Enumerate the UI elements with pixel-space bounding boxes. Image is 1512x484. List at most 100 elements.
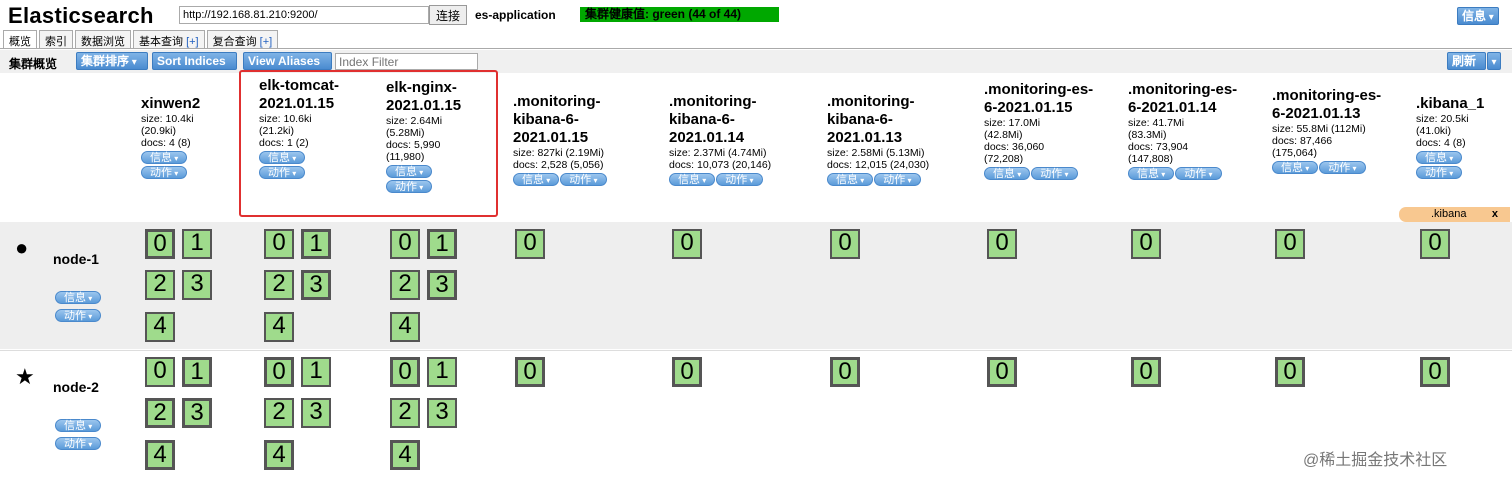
- alias-close-icon[interactable]: x: [1492, 207, 1498, 222]
- index-name: .monitoring-kibana-6-2021.01.13: [827, 93, 915, 146]
- refresh-button[interactable]: 刷新: [1447, 52, 1486, 70]
- shard-replica[interactable]: 2: [390, 270, 420, 300]
- node-info-button[interactable]: 信息: [55, 419, 102, 432]
- shard-primary[interactable]: 2: [145, 398, 175, 428]
- index-info-button[interactable]: 信息: [827, 173, 874, 186]
- shard-replica[interactable]: 3: [427, 398, 457, 428]
- shard-replica[interactable]: 2: [264, 398, 294, 428]
- index-info-button[interactable]: 信息: [1416, 151, 1463, 164]
- shard-replica[interactable]: 2: [264, 270, 294, 300]
- shard-primary[interactable]: 0: [1131, 357, 1161, 387]
- shard-primary[interactable]: 0: [145, 229, 175, 259]
- shard-replica[interactable]: 4: [264, 312, 294, 342]
- index-docs: docs: 2,528 (5,056): [513, 159, 604, 171]
- cluster-sort-button[interactable]: 集群排序: [76, 52, 148, 70]
- tab-add-button[interactable]: [+]: [186, 36, 199, 48]
- index-info-button[interactable]: 信息: [1128, 167, 1175, 180]
- index-action-button[interactable]: 动作: [1416, 166, 1463, 179]
- info-menu-button[interactable]: 信息: [1457, 7, 1499, 25]
- index-filter-input[interactable]: [335, 53, 478, 70]
- shard-primary[interactable]: 4: [145, 440, 175, 470]
- shard-replica[interactable]: 0: [515, 229, 545, 259]
- shard-primary[interactable]: 1: [182, 357, 212, 387]
- node-info-button[interactable]: 信息: [55, 291, 102, 304]
- shard-replica[interactable]: 0: [145, 357, 175, 387]
- index-column: .monitoring-kibana-6-2021.01.13 size: 2.…: [827, 93, 962, 186]
- index-size: size: 41.7Mi: [1128, 117, 1185, 129]
- index-size: size: 55.8Mi (112Mi): [1272, 123, 1366, 135]
- index-column: .monitoring-es-6-2021.01.13 size: 55.8Mi…: [1272, 87, 1392, 174]
- shard-replica[interactable]: 0: [1131, 229, 1161, 259]
- shard-replica[interactable]: 0: [1420, 229, 1450, 259]
- shard-primary[interactable]: 4: [390, 440, 420, 470]
- node-action-button[interactable]: 动作: [55, 309, 102, 322]
- shard-replica[interactable]: 1: [301, 357, 331, 387]
- sort-indices-button[interactable]: Sort Indices: [152, 52, 237, 70]
- shard-primary[interactable]: 0: [830, 357, 860, 387]
- shard-primary[interactable]: 3: [427, 270, 457, 300]
- shard-primary[interactable]: 0: [1275, 357, 1305, 387]
- index-action-button[interactable]: 动作: [141, 166, 188, 179]
- tab-browser[interactable]: 数据浏览: [75, 30, 131, 48]
- index-name: xinwen2: [141, 95, 201, 112]
- master-node-icon: ●: [15, 235, 29, 260]
- index-action-button[interactable]: 动作: [560, 173, 607, 186]
- index-action-button[interactable]: 动作: [874, 173, 921, 186]
- index-size-total: (83.3Mi): [1128, 129, 1167, 141]
- shard-replica[interactable]: 4: [390, 312, 420, 342]
- url-input[interactable]: [179, 6, 429, 24]
- index-name: .kibana_1: [1416, 95, 1485, 112]
- shard-primary[interactable]: 0: [672, 357, 702, 387]
- index-size: size: 10.4ki: [141, 113, 194, 125]
- alias-name: .kibana: [1431, 208, 1467, 220]
- tab-add-button[interactable]: [+]: [260, 36, 273, 48]
- refresh-interval-dropdown[interactable]: [1487, 52, 1501, 70]
- tab-label: 复合查询: [212, 36, 257, 48]
- shard-replica[interactable]: 4: [145, 312, 175, 342]
- index-info-button[interactable]: 信息: [141, 151, 188, 164]
- tab-overview[interactable]: 概览: [3, 30, 37, 48]
- shard-replica[interactable]: 2: [390, 398, 420, 428]
- tab-indices[interactable]: 索引: [39, 30, 73, 48]
- index-size: size: 827ki (2.19Mi): [513, 147, 605, 159]
- shard-replica[interactable]: 0: [390, 229, 420, 259]
- shard-replica[interactable]: 1: [182, 229, 212, 259]
- index-action-button[interactable]: 动作: [1031, 167, 1078, 180]
- shard-replica[interactable]: 0: [1275, 229, 1305, 259]
- shard-replica[interactable]: 2: [145, 270, 175, 300]
- tab-compound-query[interactable]: 复合查询 [+]: [206, 30, 279, 48]
- view-aliases-button[interactable]: View Aliases: [243, 52, 332, 70]
- index-docs-total: (147,808): [1128, 153, 1173, 165]
- shard-replica[interactable]: 1: [427, 357, 457, 387]
- shard-replica[interactable]: 0: [830, 229, 860, 259]
- index-info-button[interactable]: 信息: [1272, 161, 1319, 174]
- shard-primary[interactable]: 3: [182, 398, 212, 428]
- index-action-button[interactable]: 动作: [1319, 161, 1366, 174]
- shard-replica[interactable]: 0: [264, 229, 294, 259]
- star-node-icon: ★: [15, 364, 35, 389]
- index-size: size: 2.37Mi (4.74Mi): [669, 147, 767, 159]
- shard-replica[interactable]: 0: [987, 229, 1017, 259]
- shard-primary[interactable]: 0: [1420, 357, 1450, 387]
- index-name: .monitoring-kibana-6-2021.01.14: [669, 93, 757, 146]
- shard-replica[interactable]: 3: [301, 398, 331, 428]
- shard-primary[interactable]: 1: [427, 229, 457, 259]
- index-info-button[interactable]: 信息: [984, 167, 1031, 180]
- tab-basic-query[interactable]: 基本查询 [+]: [133, 30, 205, 48]
- shard-primary[interactable]: 0: [987, 357, 1017, 387]
- index-action-button[interactable]: 动作: [1175, 167, 1222, 180]
- shard-primary[interactable]: 0: [264, 357, 294, 387]
- alias-tag[interactable]: .kibana x: [1399, 207, 1510, 222]
- shard-primary[interactable]: 4: [264, 440, 294, 470]
- connect-button[interactable]: 连接: [429, 5, 467, 25]
- shard-primary[interactable]: 0: [390, 357, 420, 387]
- node-action-button[interactable]: 动作: [55, 437, 102, 450]
- shard-replica[interactable]: 0: [672, 229, 702, 259]
- index-info-button[interactable]: 信息: [669, 173, 716, 186]
- index-info-button[interactable]: 信息: [513, 173, 560, 186]
- shard-primary[interactable]: 1: [301, 229, 331, 259]
- shard-primary[interactable]: 0: [515, 357, 545, 387]
- index-action-button[interactable]: 动作: [716, 173, 763, 186]
- shard-replica[interactable]: 3: [182, 270, 212, 300]
- shard-primary[interactable]: 3: [301, 270, 331, 300]
